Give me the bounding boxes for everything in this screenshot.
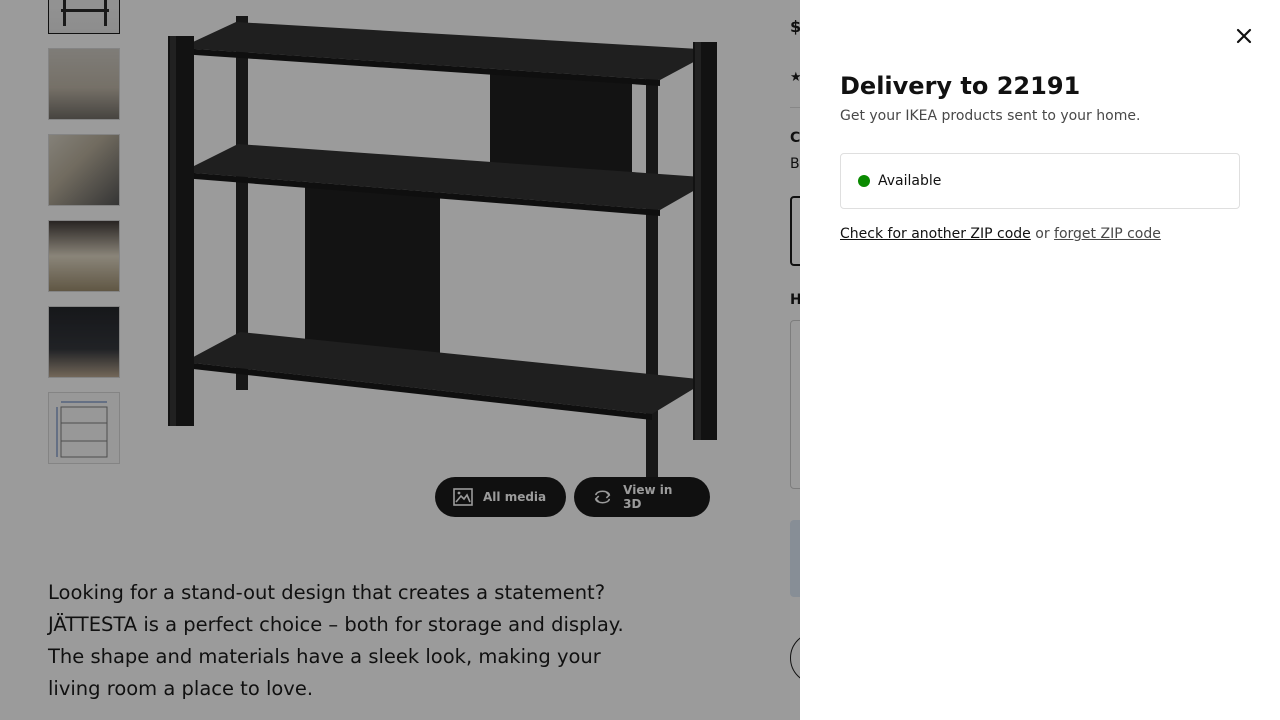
- close-button[interactable]: [1228, 20, 1260, 52]
- delivery-sheet: Delivery to 22191 Get your IKEA products…: [800, 0, 1280, 720]
- sheet-title: Delivery to 22191: [840, 72, 1081, 100]
- zip-links: Check for another ZIP code or forget ZIP…: [840, 226, 1161, 242]
- or-text: or: [1035, 226, 1050, 242]
- availability-status-box: Available: [840, 153, 1240, 209]
- forget-zip-link[interactable]: forget ZIP code: [1054, 226, 1161, 242]
- product-page: All media View in 3D Looking for a stand…: [0, 0, 1280, 720]
- availability-status: Available: [878, 173, 942, 189]
- available-status-dot-icon: [858, 175, 870, 187]
- close-icon: [1236, 28, 1252, 44]
- check-another-zip-link[interactable]: Check for another ZIP code: [840, 226, 1031, 242]
- sheet-subtitle: Get your IKEA products sent to your home…: [840, 108, 1141, 124]
